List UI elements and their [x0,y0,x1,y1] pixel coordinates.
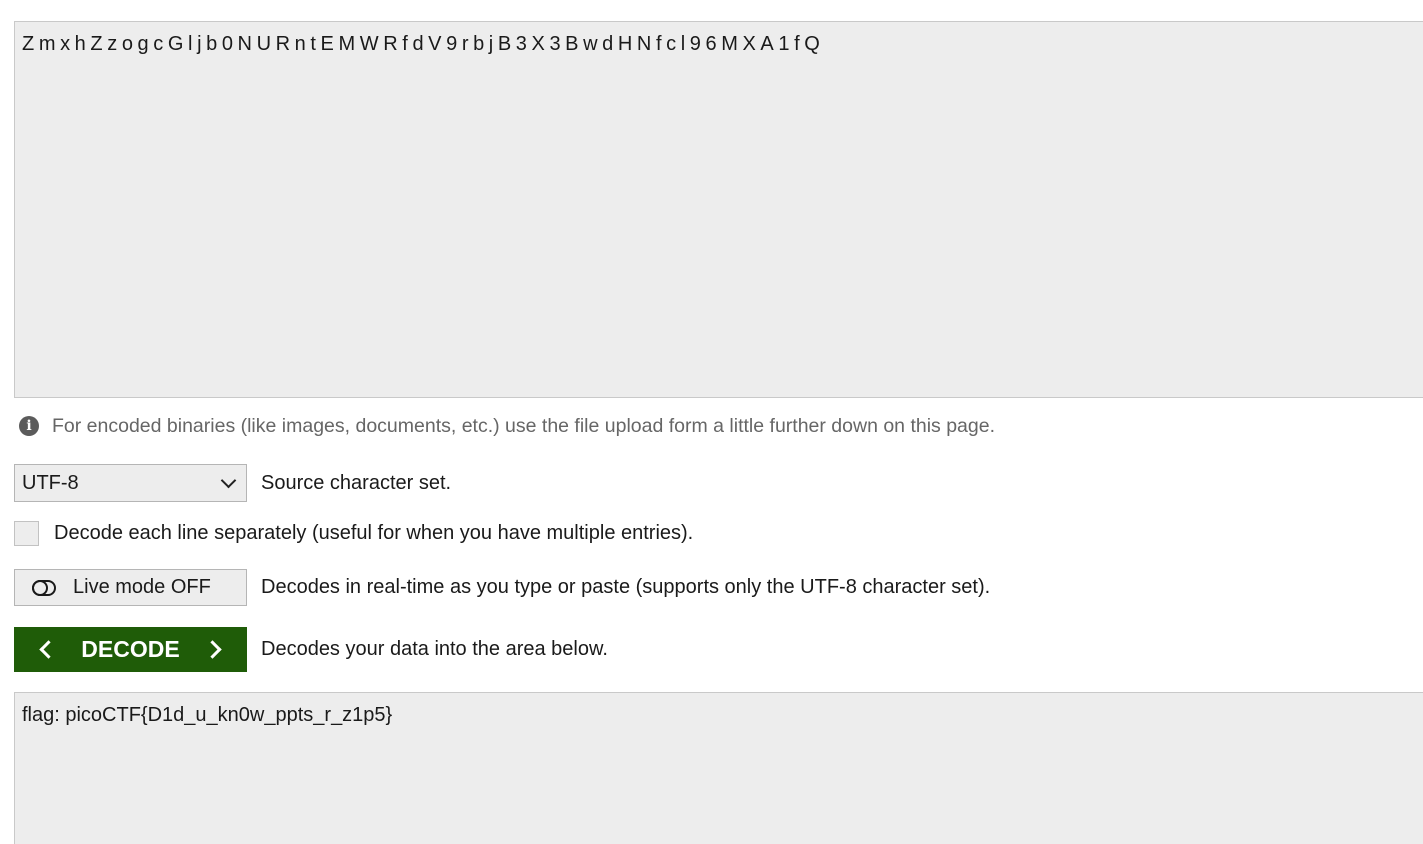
toggle-icon [32,579,56,596]
chevron-down-icon [220,472,237,488]
chevron-left-icon [39,640,58,659]
source-input[interactable]: ZmxhZzogcGljb0NURntEMWRfdV9rbjB3X3BwdHNf… [14,21,1423,398]
live-mode-description: Decodes in real-time as you type or past… [261,576,991,598]
charset-selected-value: UTF-8 [22,471,79,494]
decoder-page: ZmxhZzogcGljb0NURntEMWRfdV9rbjB3X3BwdHNf… [0,0,1423,844]
info-icon: i [19,416,39,436]
decode-row: DECODE Decodes your data into the area b… [14,627,608,672]
info-note: i For encoded binaries (like images, doc… [19,414,995,438]
chevron-right-icon [203,640,222,659]
charset-select[interactable]: UTF-8 [14,464,247,502]
decode-button[interactable]: DECODE [14,627,247,672]
separate-lines-row: Decode each line separately (useful for … [14,521,693,546]
result-output[interactable]: flag: picoCTF{D1d_u_kn0w_ppts_r_z1p5} [14,692,1423,844]
separate-lines-label: Decode each line separately (useful for … [54,522,694,544]
live-mode-button[interactable]: Live mode OFF [14,569,247,606]
live-mode-button-label: Live mode OFF [73,576,211,598]
decode-description: Decodes your data into the area below. [261,638,608,660]
live-mode-row: Live mode OFF Decodes in real-time as yo… [14,569,990,606]
charset-label: Source character set. [261,471,452,494]
decode-button-label: DECODE [81,636,180,662]
info-text: For encoded binaries (like images, docum… [52,414,995,437]
charset-row: UTF-8 Source character set. [14,464,451,502]
separate-lines-checkbox[interactable] [14,521,39,546]
